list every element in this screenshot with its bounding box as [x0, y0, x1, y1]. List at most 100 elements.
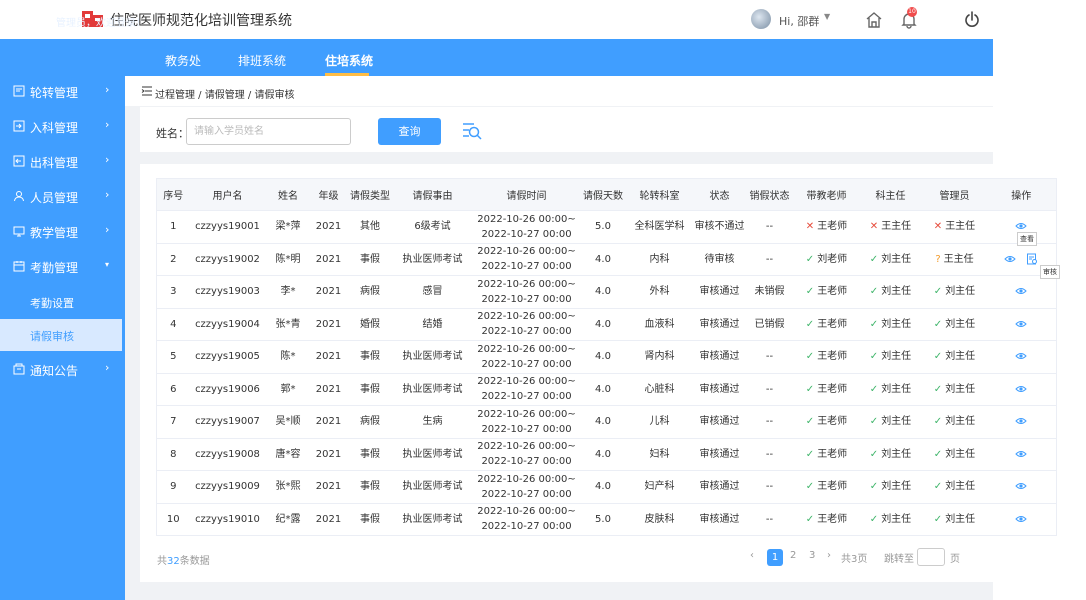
page-3-button[interactable]: 3	[809, 550, 815, 561]
check-icon: ✓	[869, 351, 879, 363]
view-eye-icon[interactable]	[1015, 448, 1027, 460]
home-icon[interactable]	[864, 10, 884, 30]
leave-end: 2022-10-27 00:00	[481, 293, 572, 305]
tab-academic-office[interactable]: 教务处	[165, 52, 201, 69]
view-eye-icon[interactable]	[1004, 253, 1016, 265]
leave-end: 2022-10-27 00:00	[481, 456, 572, 468]
cell-actions	[986, 308, 1057, 341]
column-header: 请假时间	[471, 178, 582, 211]
view-eye-icon[interactable]	[1015, 350, 1027, 362]
table-row: 3 czzyys19003 李* 2021 病假 感冒 2022-10-26 00:00~ 2…	[156, 275, 1057, 309]
cell-days: 4.0	[581, 308, 625, 341]
leave-end: 2022-10-27 00:00	[481, 358, 572, 370]
table-row: 2 czzyys19002 陈*明 2021 事假 执业医师考试 2022-10-26 00…	[156, 243, 1057, 276]
check-icon: ✓	[933, 383, 943, 395]
cell-no: 9	[156, 470, 190, 504]
sidebar-item-notices[interactable]: 通知公告 ›	[0, 352, 125, 387]
view-eye-icon[interactable]	[1015, 318, 1027, 330]
advanced-search-icon[interactable]	[462, 122, 482, 140]
sidebar-item-teaching[interactable]: 教学管理 ›	[0, 214, 125, 249]
chevron-right-icon: ›	[105, 83, 110, 96]
cell-no: 1	[156, 210, 190, 244]
column-header: 序号	[156, 178, 190, 211]
check-icon: ✓	[805, 416, 815, 428]
view-eye-icon[interactable]	[1015, 220, 1027, 232]
sidebar-subitem-leave-review[interactable]: 请假审核	[0, 319, 125, 351]
name-search-input[interactable]: 请输入学员姓名	[186, 118, 351, 145]
search-button[interactable]: 查询	[378, 118, 441, 145]
tab-residency-system[interactable]: 住培系统	[325, 52, 373, 69]
cell-name: 陈*	[265, 340, 311, 374]
sidebar-item-label: 考勤管理	[30, 261, 79, 275]
discharge-icon	[13, 155, 25, 167]
review-icon[interactable]	[1026, 253, 1038, 265]
cell-user: czzyys19003	[189, 275, 266, 309]
user-greeting[interactable]: Hi, 邵群	[779, 13, 819, 29]
view-eye-icon[interactable]	[1015, 415, 1027, 427]
tab-scheduling[interactable]: 排班系统	[238, 52, 286, 69]
check-icon: ✓	[805, 351, 815, 363]
cell-dept: 心脏科	[624, 373, 695, 406]
cell-type: 事假	[346, 470, 394, 504]
view-eye-icon[interactable]	[1015, 285, 1027, 297]
cell-leave-time: 2022-10-26 00:00~ 2022-10-27 00:00	[471, 243, 582, 276]
leave-end: 2022-10-27 00:00	[481, 391, 572, 403]
cell-leave-time: 2022-10-26 00:00~ 2022-10-27 00:00	[471, 275, 582, 309]
check-icon: ✓	[805, 383, 815, 395]
chevron-down-icon: ▾	[105, 260, 110, 269]
table-row: 7 czzyys19007 吴*顺 2021 病假 生病 2022-10-26 00:00~…	[156, 405, 1057, 439]
sidebar-item-admission[interactable]: 入科管理 ›	[0, 109, 125, 144]
column-header: 用户名	[189, 178, 266, 211]
table-row: 5 czzyys19005 陈* 2021 事假 执业医师考试 2022-10-26 00:…	[156, 340, 1057, 374]
breadcrumb: 过程管理 / 请假管理 / 请假审核	[155, 90, 295, 101]
approver-name: 刘主任	[945, 318, 976, 330]
sidebar-item-rotation[interactable]: 轮转管理 ›	[0, 74, 125, 109]
cell-days: 4.0	[581, 243, 625, 276]
page-count: 共3页	[841, 554, 868, 565]
view-eye-icon[interactable]	[1015, 383, 1027, 395]
menu-fold-icon[interactable]	[141, 86, 153, 96]
cell-dept: 妇产科	[624, 470, 695, 504]
sidebar-item-label: 轮转管理	[30, 86, 79, 100]
jump-page-input[interactable]	[917, 548, 945, 566]
power-icon[interactable]	[962, 10, 982, 30]
page-2-button[interactable]: 2	[790, 550, 796, 561]
check-icon: ✓	[805, 448, 815, 460]
prev-page-button[interactable]: ‹	[750, 550, 754, 561]
cell-teacher: ✓ 王老师	[794, 405, 859, 439]
jump-label: 跳转至	[884, 554, 914, 565]
cell-dept: 皮肤科	[624, 503, 695, 536]
cell-no: 4	[156, 308, 190, 341]
cell-director: ✓ 刘主任	[858, 503, 923, 536]
sidebar-item-attendance[interactable]: 考勤管理 ▾	[0, 249, 125, 284]
next-page-button[interactable]: ›	[827, 550, 831, 561]
cell-grade: 2021	[310, 340, 347, 374]
cell-grade: 2021	[310, 503, 347, 536]
cell-leave-time: 2022-10-26 00:00~ 2022-10-27 00:00	[471, 438, 582, 471]
check-icon: ✓	[933, 416, 943, 428]
approver-name: 王主任	[881, 221, 912, 233]
sidebar-item-personnel[interactable]: 人员管理 ›	[0, 179, 125, 214]
leave-end: 2022-10-27 00:00	[481, 228, 572, 240]
cell-user: czzyys19002	[189, 243, 266, 276]
check-icon: ✓	[805, 286, 815, 298]
approver-name: 刘主任	[945, 481, 976, 493]
rotation-icon	[13, 85, 25, 97]
cell-user: czzyys19006	[189, 373, 266, 406]
cell-reason: 执业医师考试	[393, 503, 472, 536]
cell-grade: 2021	[310, 470, 347, 504]
sidebar-subitem-attendance-settings[interactable]: 考勤设置	[0, 286, 125, 318]
view-eye-icon[interactable]	[1015, 513, 1027, 525]
cell-grade: 2021	[310, 438, 347, 471]
check-icon: ✓	[869, 253, 879, 265]
page-1-button[interactable]: 1	[767, 549, 783, 566]
approver-name: 刘主任	[881, 383, 912, 395]
sidebar-item-discharge[interactable]: 出科管理 ›	[0, 144, 125, 179]
cell-reason: 6级考试	[393, 210, 472, 244]
view-eye-icon[interactable]	[1015, 480, 1027, 492]
check-icon: ✓	[869, 481, 879, 493]
user-menu-chevron-icon[interactable]: ▼	[824, 12, 830, 21]
column-header: 请假天数	[581, 178, 625, 211]
cell-reason: 执业医师考试	[393, 243, 472, 276]
user-avatar[interactable]	[751, 9, 771, 29]
